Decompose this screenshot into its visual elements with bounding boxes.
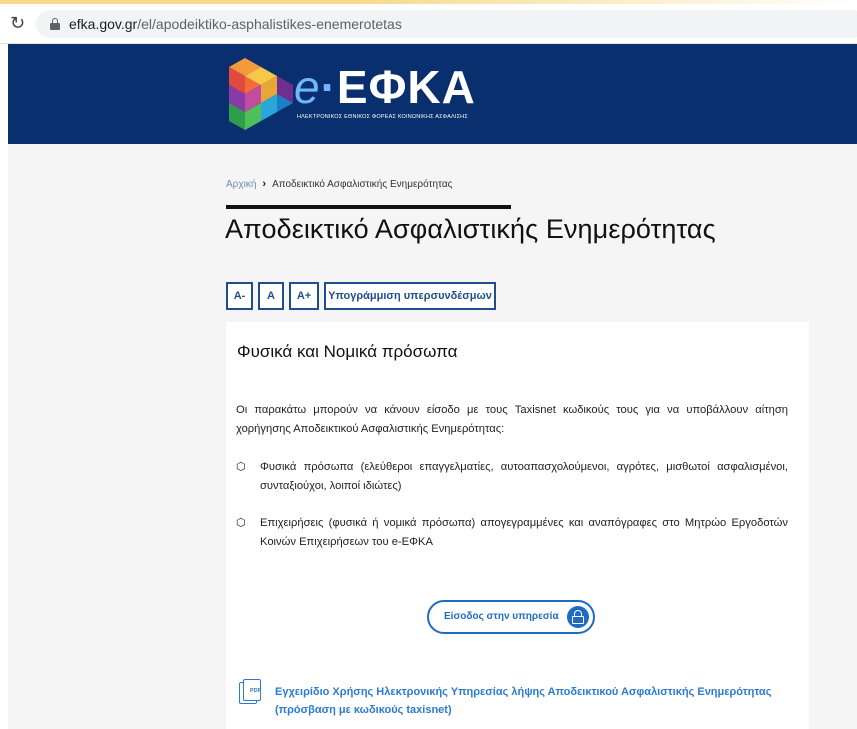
efka-logo[interactable]: e·ΕΦΚΑ ΗΛΕΚΤΡΟΝΙΚΟΣ ΕΘΝΙΚΟΣ ΦΟΡΕΑΣ ΚΟΙΝΩ… [221, 54, 491, 134]
list-item-text: Επιχειρήσεις (φυσικά ή νομικά πρόσωπα) α… [260, 517, 788, 548]
efka-cube-logo-icon [229, 58, 293, 130]
list-item: ⬡ Επιχειρήσεις (φυσικά ή νομικά πρόσωπα)… [236, 514, 788, 554]
logo-subtitle: ΗΛΕΚΤΡΟΝΙΚΟΣ ΕΘΝΙΚΟΣ ΦΟΡΕΑΣ ΚΟΙΝΩΝΙΚΗΣ Α… [297, 114, 468, 120]
list-item: ⬡ Φυσικά πρόσωπα (ελεύθεροι επαγγελματίε… [236, 458, 788, 498]
intro-paragraph: Οι παρακάτω μπορούν να κάνουν είσοδο με … [236, 404, 788, 435]
breadcrumb-current: Αποδεικτικό Ασφαλιστικής Ενημερότητας [272, 179, 453, 190]
address-bar[interactable]: efka.gov.gr/el/apodeiktiko-asphalistikes… [36, 10, 857, 38]
logo-wordmark: e·ΕΦΚΑ [294, 62, 476, 112]
url-path: /el/apodeiktiko-asphalistikes-enemerotet… [137, 16, 402, 32]
underline-links-button[interactable]: Υπογράμμιση υπερσυνδέσμων [324, 282, 496, 310]
logo-prefix: e [294, 61, 321, 113]
reload-icon[interactable]: ↻ [10, 14, 28, 32]
list-item-text: Φυσικά πρόσωπα (ελεύθεροι επαγγελματίες,… [260, 461, 788, 492]
hexagon-bullet-icon: ⬡ [236, 517, 246, 529]
font-increase-button[interactable]: A+ [289, 282, 319, 310]
tab-strip-edge [0, 0, 857, 4]
font-decrease-button[interactable]: A- [226, 282, 253, 310]
font-normal-button[interactable]: A [258, 282, 284, 310]
logo-name: ΕΦΚΑ [336, 61, 476, 113]
padlock-icon [567, 606, 589, 628]
url-host: efka.gov.gr [69, 16, 138, 32]
lock-icon[interactable] [50, 18, 60, 30]
breadcrumb-home-link[interactable]: Αρχική [226, 179, 256, 190]
pdf-label: PDF [250, 688, 261, 694]
page-left-edge [0, 44, 8, 729]
pdf-document-icon[interactable]: PDF [239, 679, 263, 705]
user-manual-link[interactable]: Εγχειρίδιο Χρήσης Ηλεκτρονικής Υπηρεσίας… [275, 683, 795, 719]
browser-toolbar: ↻ efka.gov.gr/el/apodeiktiko-asphalistik… [0, 0, 857, 44]
login-service-label: Είσοδος στην υπηρεσία [444, 611, 559, 622]
logo-dot: · [320, 61, 337, 113]
hexagon-bullet-icon: ⬡ [236, 461, 246, 473]
login-service-button[interactable]: Είσοδος στην υπηρεσία [427, 600, 595, 634]
breadcrumb-separator-icon: › [262, 178, 267, 190]
address-url[interactable]: efka.gov.gr/el/apodeiktiko-asphalistikes… [69, 16, 402, 32]
page-title: Αποδεικτικό Ασφαλιστικής Ενημερότητας [225, 214, 716, 244]
breadcrumb: Αρχική › Αποδεικτικό Ασφαλιστικής Ενημερότ… [226, 178, 452, 190]
section-title: Φυσικά και Νομικά πρόσωπα [237, 342, 458, 361]
title-rule [226, 205, 511, 209]
